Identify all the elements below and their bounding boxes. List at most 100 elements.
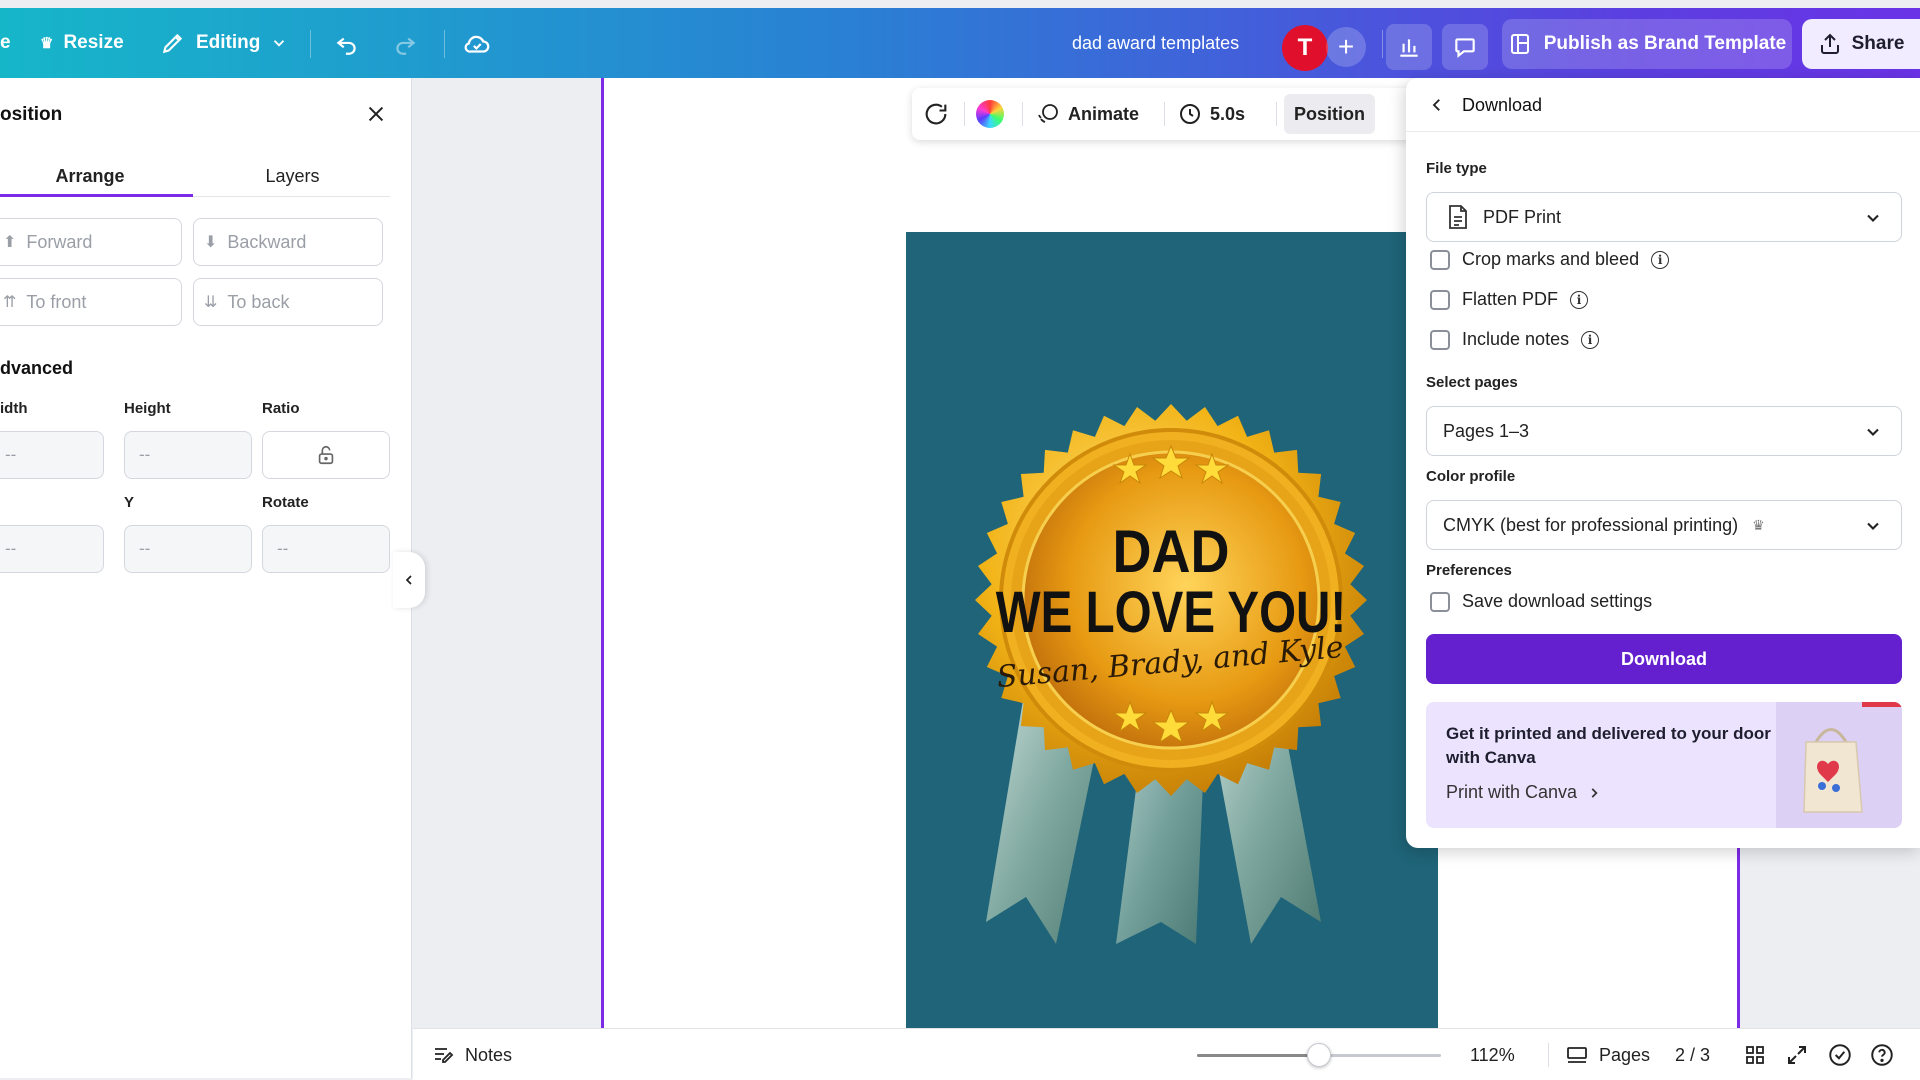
crown-icon: ♛ bbox=[1752, 516, 1765, 533]
tote-bag-image bbox=[1776, 702, 1902, 828]
promo-text: Get it printed and delivered to your doo… bbox=[1446, 724, 1771, 767]
width-input[interactable]: -- bbox=[0, 431, 104, 479]
to-front-label: To front bbox=[26, 291, 87, 312]
rotate-input[interactable]: -- bbox=[262, 525, 390, 573]
file-type-select[interactable]: PDF Print bbox=[1426, 192, 1902, 242]
check-button[interactable] bbox=[1827, 1029, 1853, 1080]
zoom-slider[interactable] bbox=[1197, 1043, 1441, 1067]
forward-button[interactable]: ⬆ Forward bbox=[0, 218, 182, 266]
fullscreen-button[interactable] bbox=[1785, 1029, 1809, 1080]
element-toolbar: Animate 5.0s Position bbox=[912, 88, 1418, 140]
download-button[interactable]: Download bbox=[1426, 634, 1902, 684]
color-wheel-icon bbox=[976, 100, 1004, 128]
resize-label: Resize bbox=[63, 32, 124, 53]
to-back-button[interactable]: ⇊ To back bbox=[193, 278, 383, 326]
download-panel: Download File type PDF Print Crop marks … bbox=[1406, 78, 1920, 848]
publish-label: Publish as Brand Template bbox=[1543, 33, 1787, 54]
crop-marks-option[interactable]: Crop marks and bleed i bbox=[1430, 249, 1670, 270]
user-avatar[interactable]: T bbox=[1282, 25, 1328, 71]
ratio-lock-button[interactable] bbox=[262, 431, 390, 479]
crop-marks-label: Crop marks and bleed bbox=[1462, 249, 1640, 269]
active-tab-indicator bbox=[0, 194, 193, 197]
flatten-pdf-option[interactable]: Flatten PDF i bbox=[1430, 289, 1589, 310]
select-pages-value: Pages 1–3 bbox=[1443, 420, 1530, 441]
save-settings-option[interactable]: Save download settings bbox=[1430, 591, 1652, 612]
tote-bag-icon bbox=[1803, 702, 1902, 813]
duration-button[interactable]: 5.0s bbox=[1178, 94, 1245, 134]
resize-button[interactable]: ♛ Resize bbox=[40, 8, 124, 78]
share-upload-icon bbox=[1820, 33, 1839, 54]
panel-title: osition bbox=[0, 104, 63, 125]
to-front-button[interactable]: ⇈ To front bbox=[0, 278, 182, 326]
print-with-canva-link[interactable]: Print with Canva bbox=[1446, 782, 1601, 803]
cloud-save-button[interactable] bbox=[458, 25, 496, 63]
page-indicator[interactable]: 2 / 3 bbox=[1675, 1029, 1710, 1080]
document-title[interactable]: dad award templates bbox=[1072, 8, 1239, 78]
plus-icon: + bbox=[1337, 31, 1355, 62]
flatten-pdf-label: Flatten PDF bbox=[1462, 289, 1559, 309]
chevron-down-icon bbox=[274, 40, 285, 47]
notes-button[interactable]: Notes bbox=[431, 1029, 512, 1080]
redo-button[interactable] bbox=[386, 25, 424, 63]
tab-layers[interactable]: Layers bbox=[200, 156, 385, 196]
duration-label: 5.0s bbox=[1210, 103, 1246, 124]
backward-button[interactable]: ⬇ Backward bbox=[193, 218, 383, 266]
save-settings-checkbox[interactable] bbox=[1430, 591, 1450, 612]
back-button[interactable] bbox=[1426, 94, 1448, 116]
info-icon[interactable]: i bbox=[1651, 250, 1670, 269]
pages-button[interactable]: Pages bbox=[1565, 1029, 1650, 1080]
y-input[interactable]: -- bbox=[124, 525, 252, 573]
editing-label: Editing bbox=[196, 32, 261, 53]
editing-mode-button[interactable]: Editing bbox=[160, 8, 288, 78]
color-button[interactable] bbox=[976, 94, 1004, 134]
grid-view-button[interactable] bbox=[1743, 1029, 1767, 1080]
info-icon[interactable]: i bbox=[1570, 290, 1589, 309]
bar-chart-icon bbox=[1400, 39, 1418, 57]
color-profile-dropdown[interactable]: CMYK (best for professional printing) ♛ bbox=[1426, 500, 1902, 550]
insights-button[interactable] bbox=[1386, 24, 1432, 70]
chevron-left-icon bbox=[405, 575, 412, 585]
comments-button[interactable] bbox=[1442, 24, 1488, 70]
height-input[interactable]: -- bbox=[124, 431, 252, 479]
tab-arrange[interactable]: Arrange bbox=[0, 156, 180, 196]
info-icon[interactable]: i bbox=[1581, 330, 1600, 349]
undo-button[interactable] bbox=[328, 25, 366, 63]
cloud-check-icon bbox=[464, 35, 490, 53]
flatten-pdf-checkbox[interactable] bbox=[1430, 289, 1450, 310]
file-menu-edge[interactable]: e bbox=[0, 8, 11, 78]
color-profile-label: Color profile bbox=[1426, 468, 1516, 485]
select-pages-dropdown[interactable]: Pages 1–3 bbox=[1426, 406, 1902, 456]
print-promo-card[interactable]: Get it printed and delivered to your doo… bbox=[1426, 702, 1902, 828]
chevron-down-icon bbox=[1867, 428, 1879, 436]
clock-icon bbox=[1180, 104, 1200, 124]
position-label: Position bbox=[1294, 103, 1365, 124]
notes-icon bbox=[435, 1048, 454, 1063]
zoom-level-button[interactable]: 112% bbox=[1470, 1029, 1515, 1080]
rotate-label: Rotate bbox=[262, 494, 309, 511]
invite-plus-button[interactable]: + bbox=[1326, 27, 1366, 67]
canva-editor: e ♛ Resize Editing dad award templates T… bbox=[0, 0, 1920, 1080]
close-icon bbox=[368, 106, 384, 122]
animate-label: Animate bbox=[1068, 103, 1140, 124]
crop-marks-checkbox[interactable] bbox=[1430, 249, 1450, 270]
close-panel-button[interactable] bbox=[360, 98, 392, 130]
layer-to-front-icon: ⇈ bbox=[3, 294, 17, 311]
publish-brand-template-button[interactable]: Publish as Brand Template bbox=[1502, 19, 1792, 69]
collapse-panel-button[interactable] bbox=[393, 552, 425, 608]
check-circle-icon bbox=[1829, 1044, 1851, 1066]
replace-button[interactable] bbox=[922, 94, 950, 134]
position-button[interactable]: Position bbox=[1284, 94, 1375, 134]
page-indicator-text: 2 / 3 bbox=[1675, 1044, 1711, 1065]
x-input[interactable]: -- bbox=[0, 525, 104, 573]
bottom-bar: Notes 112% Pages 2 / 3 bbox=[413, 1028, 1920, 1080]
help-button[interactable] bbox=[1869, 1029, 1895, 1080]
animate-button[interactable]: Animate bbox=[1036, 94, 1139, 134]
badge-line-1: DAD bbox=[1113, 518, 1230, 585]
include-notes-checkbox[interactable] bbox=[1430, 329, 1450, 350]
chevron-left-icon bbox=[1432, 99, 1440, 111]
download-title: Download bbox=[1462, 95, 1543, 115]
design-artwork[interactable]: DAD WE LOVE YOU! Susan, Brady, and Kyle bbox=[906, 232, 1438, 1028]
zoom-slider-handle[interactable] bbox=[1307, 1043, 1331, 1067]
include-notes-option[interactable]: Include notes i bbox=[1430, 329, 1600, 350]
share-button[interactable]: Share bbox=[1802, 19, 1920, 69]
